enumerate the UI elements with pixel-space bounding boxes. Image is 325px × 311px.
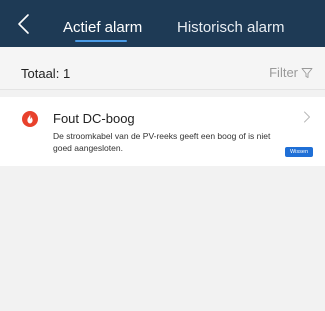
filter-button[interactable]: Filter — [269, 65, 313, 80]
tab-active-alarm[interactable]: Actief alarm — [63, 19, 142, 36]
total-value: 1 — [62, 66, 71, 81]
filter-label: Filter — [269, 65, 298, 80]
total-label: Totaal: — [21, 66, 60, 81]
tab-historical-alarm[interactable]: Historisch alarm — [177, 19, 285, 36]
chevron-left-icon[interactable] — [14, 12, 34, 36]
total-count: Totaal: 1 — [21, 66, 70, 81]
critical-alarm-icon — [22, 111, 38, 127]
app-header: Actief alarm Historisch alarm — [0, 0, 325, 47]
alarm-list-item[interactable]: Fout DC-boog De stroomkabel van de PV-re… — [0, 97, 325, 166]
funnel-icon — [301, 67, 313, 78]
active-tab-indicator — [75, 40, 127, 42]
summary-bar: Totaal: 1 Filter — [0, 47, 325, 90]
chevron-right-icon — [304, 111, 310, 123]
clear-alarm-button[interactable]: Wissen — [284, 147, 313, 157]
alarm-description: De stroomkabel van de PV-reeks geeft een… — [53, 131, 271, 153]
alarm-title: Fout DC-boog — [53, 111, 135, 126]
